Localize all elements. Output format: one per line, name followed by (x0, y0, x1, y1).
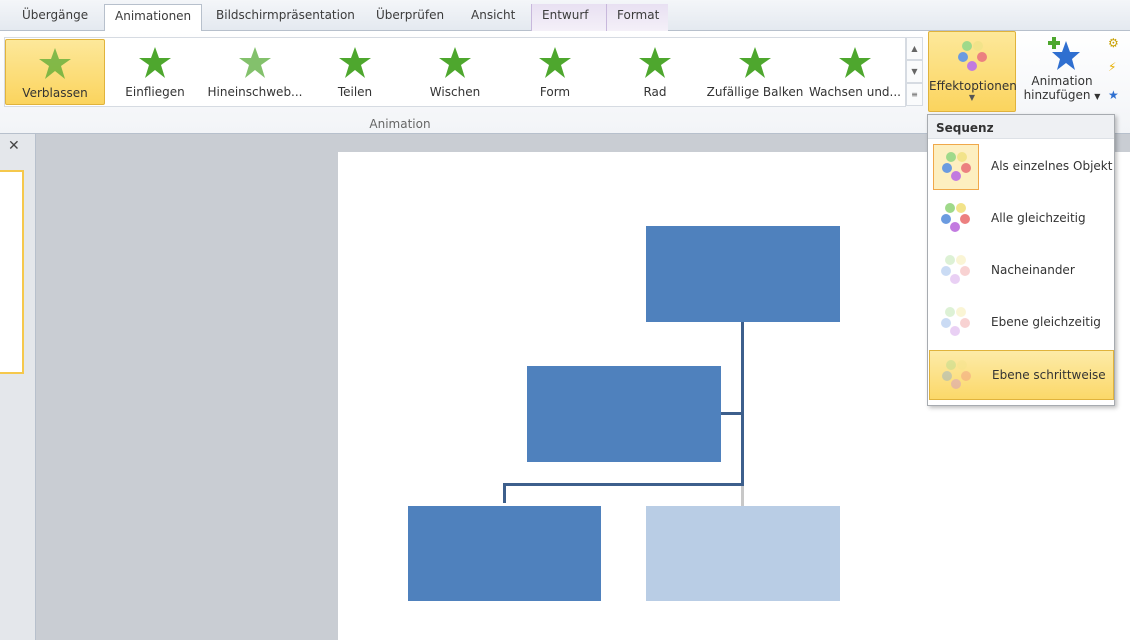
tab-uebergaenge[interactable]: Übergänge (12, 4, 98, 31)
trigger-lightning-icon[interactable]: ⚡ (1108, 60, 1116, 74)
tab-bildschirmpraesentation[interactable]: Bildschirmpräsentation (206, 4, 365, 31)
gallery-more[interactable]: ≡ (906, 83, 923, 106)
connector-line (721, 412, 743, 415)
gallery-item-label: Rad (643, 85, 667, 99)
gallery-scroll-up[interactable]: ▲ (906, 37, 923, 60)
ribbon-tabs: Übergänge Animationen Bildschirmpräsenta… (0, 0, 1130, 31)
menu-item-label: Ebene gleichzeitig (991, 315, 1101, 329)
chevron-down-icon: ▼ (1094, 92, 1101, 101)
gallery-item[interactable]: Hineinschweb... (205, 39, 305, 105)
menu-item-label: Nacheinander (991, 263, 1075, 277)
effect-options-button[interactable]: Effektoptionen ▼ (928, 31, 1017, 112)
group-label-animation: Animation (369, 117, 431, 131)
tab-entwurf[interactable]: Entwurf (531, 4, 607, 31)
gallery-item[interactable]: Verblassen (5, 39, 105, 105)
org-chart-box-top[interactable] (646, 226, 840, 322)
star-icon (539, 47, 571, 78)
animation-gallery: Verblassen Einfliegen Hineinschweb... Teile… (4, 37, 906, 107)
close-icon[interactable]: ✕ (8, 138, 20, 154)
star-icon (39, 48, 71, 79)
star-icon (239, 47, 271, 78)
gallery-item-label: Form (539, 85, 571, 99)
menu-item[interactable]: Ebene gleichzeitig (929, 298, 1114, 348)
star-icon (339, 47, 371, 78)
star-icon (139, 47, 171, 78)
org-chart-box-left[interactable] (408, 506, 601, 601)
gallery-item-label: Hineinschweb... (207, 85, 303, 99)
tab-ueberpruefen[interactable]: Überprüfen (366, 4, 454, 31)
slides-panel: ✕ (0, 134, 36, 640)
star-icon (739, 47, 771, 78)
org-chart-box-right[interactable] (646, 506, 840, 601)
gallery-item-label: Wachsen und... (809, 85, 901, 99)
gallery-item-label: Teilen (337, 85, 373, 99)
gallery-item[interactable]: Einfliegen (105, 39, 205, 105)
effect-options-label: Effektoptionen (929, 79, 1017, 93)
menu-item[interactable]: Ebene schrittweise (929, 350, 1114, 400)
effect-dots-icon (958, 41, 987, 71)
gallery-item[interactable]: Teilen (305, 39, 405, 105)
menu-item[interactable]: Als einzelnes Objekt (929, 142, 1114, 192)
gallery-item-label: Verblassen (22, 86, 88, 100)
sequence-icon (933, 300, 979, 346)
animation-painter-icon[interactable]: ★ (1108, 88, 1119, 102)
gallery-scroll-down[interactable]: ▼ (906, 60, 923, 83)
gallery-item-label: Zufällige Balken (706, 85, 804, 99)
animation-pane-icon[interactable]: ⚙ (1108, 36, 1119, 50)
add-star-icon (1048, 37, 1080, 70)
slide-thumbnail[interactable] (0, 170, 24, 374)
menu-item[interactable]: Alle gleichzeitig (929, 194, 1114, 244)
star-icon (439, 47, 471, 78)
gallery-item-label: Wischen (429, 85, 481, 99)
tab-format[interactable]: Format (606, 4, 668, 31)
gallery-item[interactable]: Zufällige Balken (705, 39, 805, 105)
connector-line (503, 483, 743, 486)
connector-line (741, 486, 744, 506)
sequence-icon (933, 248, 979, 294)
menu-item-label: Alle gleichzeitig (991, 211, 1086, 225)
chevron-down-icon: ▼ (968, 93, 976, 102)
star-icon (839, 47, 871, 78)
effect-options-menu: Sequenz Als einzelnes Objekt Alle gleichz… (927, 114, 1115, 406)
star-icon (639, 47, 671, 78)
add-animation-label-2: hinzufügen (1023, 88, 1091, 102)
connector-line (741, 322, 744, 486)
tab-ansicht[interactable]: Ansicht (461, 4, 525, 31)
menu-item[interactable]: Nacheinander (929, 246, 1114, 296)
menu-header-sequenz: Sequenz (928, 115, 1114, 139)
gallery-item[interactable]: Wachsen und... (805, 39, 905, 105)
gallery-item[interactable]: Wischen (405, 39, 505, 105)
org-chart-box-assistant[interactable] (527, 366, 721, 462)
connector-line (503, 483, 506, 503)
gallery-item[interactable]: Rad (605, 39, 705, 105)
gallery-item[interactable]: Form (505, 39, 605, 105)
menu-item-label: Als einzelnes Objekt (991, 159, 1113, 173)
add-animation-label: Animation (1031, 74, 1093, 88)
menu-item-label: Ebene schrittweise (992, 368, 1106, 382)
tab-animationen[interactable]: Animationen (104, 4, 203, 31)
add-animation-button[interactable]: Animation hinzufügen ▼ (1020, 35, 1104, 113)
sequence-icon (933, 196, 979, 242)
gallery-item-label: Einfliegen (125, 85, 185, 99)
sequence-icon (933, 144, 979, 190)
sequence-icon (934, 353, 980, 399)
